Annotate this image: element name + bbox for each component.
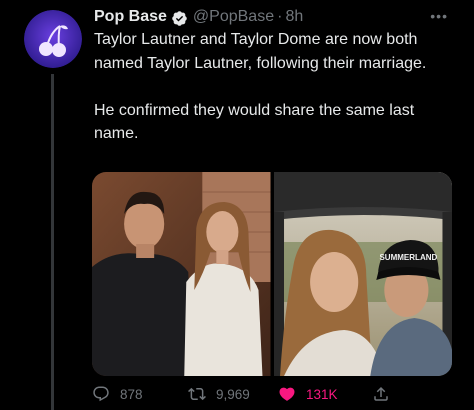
display-name[interactable]: Pop Base: [94, 8, 167, 26]
share-icon: [374, 386, 388, 401]
more-icon[interactable]: •••: [430, 8, 448, 24]
retweet-button[interactable]: 9,969: [188, 382, 250, 406]
retweet-count: 9,969: [216, 386, 250, 402]
tweet[interactable]: Pop Base @PopBase · 8h ••• Taylor Lautne…: [0, 0, 474, 410]
retweet-icon: [188, 387, 206, 401]
media-image-1[interactable]: [92, 172, 271, 376]
tweet-paragraph: He confirmed they would share the same l…: [94, 101, 415, 143]
timestamp[interactable]: 8h: [285, 8, 303, 26]
separator-dot: ·: [277, 8, 283, 25]
tweet-text: Taylor Lautner and Taylor Dome are now b…: [94, 28, 454, 146]
action-bar: 878 9,969 131K: [92, 382, 402, 406]
like-button[interactable]: 131K: [278, 382, 338, 406]
photo-selfie: SUMMERLAND: [273, 172, 452, 376]
tweet-paragraph: Taylor Lautner and Taylor Dome are now b…: [94, 31, 427, 72]
avatar[interactable]: [24, 10, 82, 68]
reply-count: 878: [120, 386, 143, 402]
media-image-2[interactable]: SUMMERLAND: [273, 172, 452, 376]
reply-icon: [93, 386, 109, 402]
cap-text: SUMMERLAND: [379, 253, 437, 262]
media-grid: SUMMERLAND: [92, 172, 452, 376]
cherry-icon: [24, 10, 82, 68]
verified-icon: [171, 10, 188, 27]
reply-button[interactable]: 878: [92, 382, 143, 406]
photo-red-carpet: [92, 172, 271, 376]
share-button[interactable]: [372, 382, 390, 406]
thread-line: [51, 74, 54, 410]
like-count: 131K: [306, 386, 338, 402]
tweet-header: Pop Base @PopBase · 8h •••: [94, 6, 462, 28]
handle[interactable]: @PopBase: [193, 8, 274, 26]
heart-icon: [279, 387, 295, 401]
